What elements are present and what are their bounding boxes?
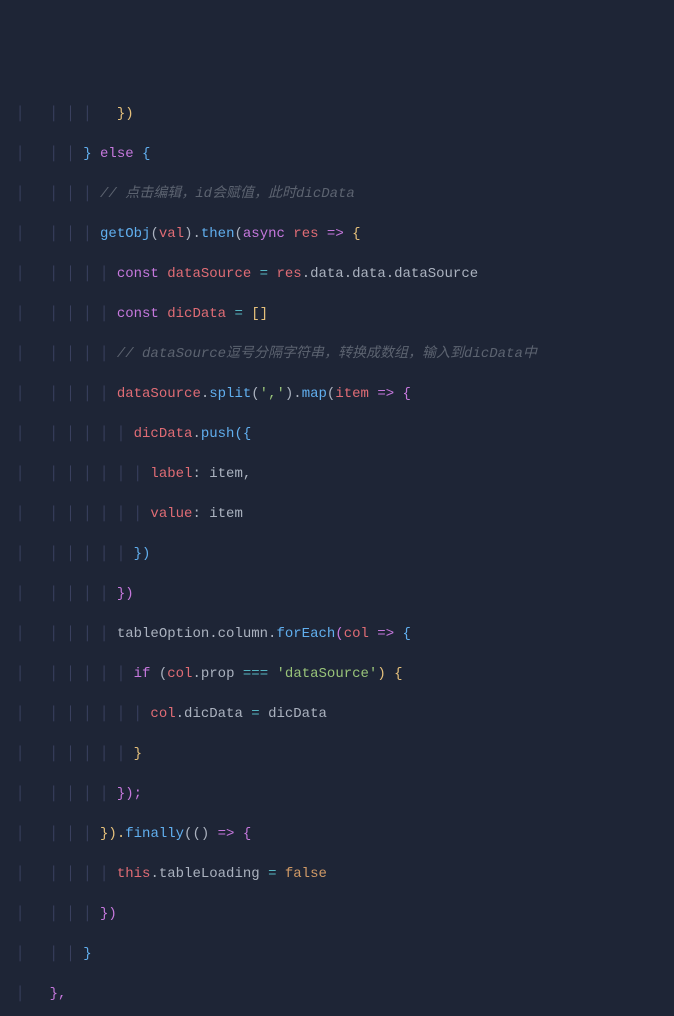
code-line: │ │ │ │ })	[0, 104, 674, 124]
code-line: │ │ │ │ // 点击编辑，id会赋值，此时dicData	[0, 184, 674, 204]
code-line: │ │ │ │ │ const dicData = []	[0, 304, 674, 324]
code-line: │ │ │ │ │ │ dicData.push({	[0, 424, 674, 444]
code-line: │ │ │ │ │ │ │ value: item	[0, 504, 674, 524]
code-line: │ │ │ │ │ │ })	[0, 544, 674, 564]
code-line: │ │ │ │ │ this.tableLoading = false	[0, 864, 674, 884]
code-line: │ │ │ │ getObj(val).then(async res => {	[0, 224, 674, 244]
code-line: │ │ │ │ │ })	[0, 584, 674, 604]
code-line: │ │ │ │ │ });	[0, 784, 674, 804]
code-line: │ │ │ │ })	[0, 904, 674, 924]
code-line: │ │ │ │ │ │ if (col.prop === 'dataSource…	[0, 664, 674, 684]
code-line: │ },	[0, 984, 674, 1004]
code-line: │ │ │ │ │ const dataSource = res.data.da…	[0, 264, 674, 284]
code-line: │ │ │ │ │ dataSource.split(',').map(item…	[0, 384, 674, 404]
code-line: │ │ │ │ │ tableOption.column.forEach(col…	[0, 624, 674, 644]
code-line: │ │ │ │ }).finally(() => {	[0, 824, 674, 844]
code-line: │ │ │ │ │ │ │ col.dicData = dicData	[0, 704, 674, 724]
code-line: │ │ │ │ │ // dataSource逗号分隔字符串，转换成数组，输入到…	[0, 344, 674, 364]
code-line: │ │ │ │ │ │ }	[0, 744, 674, 764]
code-line: │ │ │ } else {	[0, 144, 674, 164]
code-line: │ │ │ │ │ │ │ label: item,	[0, 464, 674, 484]
code-editor[interactable]: │ │ │ │ }) │ │ │ } else { │ │ │ │ // 点击编…	[0, 84, 674, 1016]
code-line: │ │ │ }	[0, 944, 674, 964]
